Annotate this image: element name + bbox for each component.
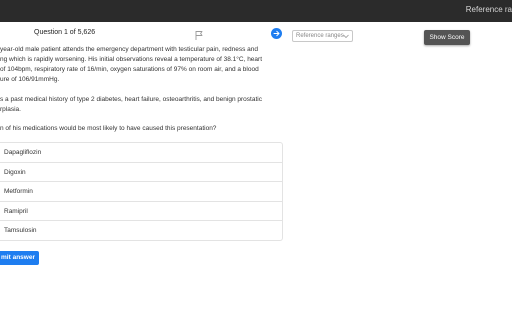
- chevron-down-icon: [343, 34, 349, 39]
- reference-ranges-label: Reference ranges: [296, 33, 344, 39]
- flag-icon[interactable]: [194, 28, 204, 40]
- show-score-button[interactable]: Show Score: [424, 30, 470, 45]
- next-question-button[interactable]: [271, 28, 282, 39]
- question-stem-line: ng which is rapidly worsening. His initi…: [0, 56, 263, 63]
- question-stem-line: ure of 106/91mmHg.: [0, 76, 60, 83]
- answer-option-dapagliflozin[interactable]: Dapagliflozin: [0, 143, 282, 163]
- answer-option-digoxin[interactable]: Digoxin: [0, 163, 282, 183]
- question-stem-line: rplasia.: [0, 106, 21, 113]
- answer-option-metformin[interactable]: Metformin: [0, 182, 282, 202]
- arrow-right-icon: [273, 30, 280, 37]
- answer-options: Dapagliflozin Digoxin Metformin Ramipril…: [0, 142, 283, 241]
- question-prompt: n of his medications would be most likel…: [0, 125, 217, 132]
- top-bar: Reference ra: [0, 0, 512, 22]
- reference-link[interactable]: Reference ra: [466, 5, 512, 14]
- submit-answer-button[interactable]: mit answer: [0, 251, 39, 265]
- reference-ranges-select[interactable]: Reference ranges: [292, 30, 353, 42]
- question-stem-line: year-old male patient attends the emerge…: [0, 46, 258, 53]
- answer-option-ramipril[interactable]: Ramipril: [0, 202, 282, 222]
- question-stem-line: s a past medical history of type 2 diabe…: [0, 96, 262, 103]
- question-counter: Question 1 of 5,626: [34, 29, 96, 36]
- question-stem-line: of 104bpm, respiratory rate of 16/min, o…: [0, 66, 259, 73]
- answer-option-tamsulosin[interactable]: Tamsulosin: [0, 221, 282, 241]
